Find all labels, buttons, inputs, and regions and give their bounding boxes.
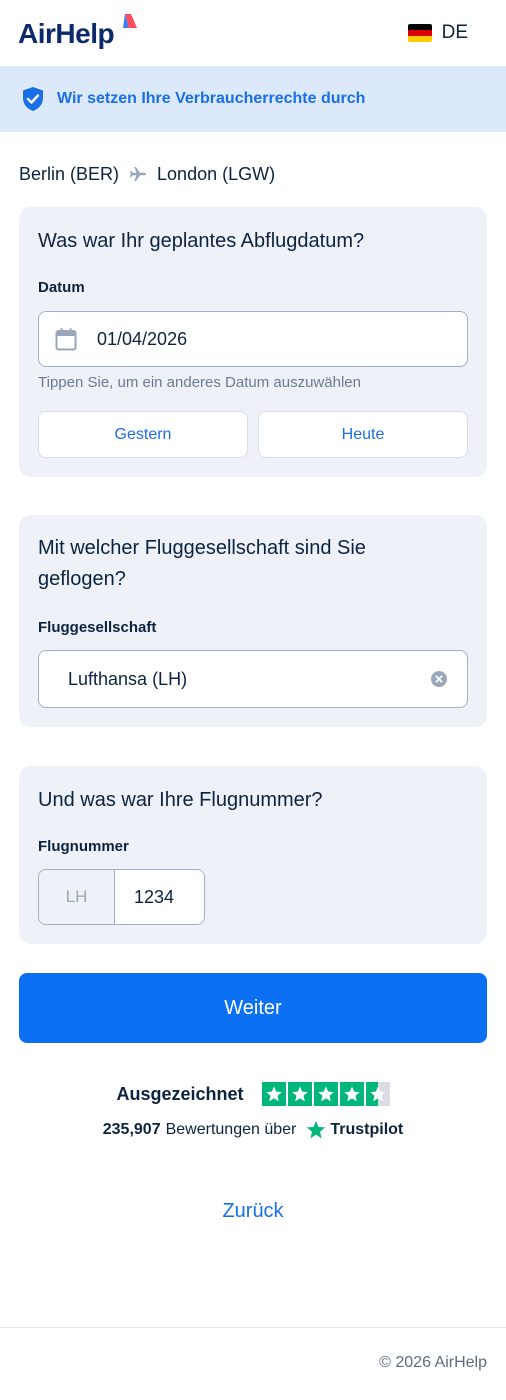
consumer-rights-banner: Wir setzen Ihre Verbraucherrechte durch	[0, 66, 506, 132]
airline-field-label: Fluggesellschaft	[38, 619, 157, 636]
airline-input[interactable]: Lufthansa (LH)	[38, 650, 468, 708]
language-label: DE	[441, 22, 468, 43]
date-value: 01/04/2026	[97, 328, 188, 349]
logo-mark-icon	[123, 14, 137, 28]
clear-icon[interactable]	[431, 671, 447, 687]
language-selector[interactable]: DE	[407, 22, 468, 44]
star-icon	[339, 1082, 364, 1106]
date-input[interactable]: 01/04/2026	[38, 311, 468, 367]
airline-value: Lufthansa (LH)	[68, 668, 188, 689]
shield-check-icon	[23, 87, 43, 111]
flight-number-question-title: Und was war Ihre Flugnummer?	[38, 789, 323, 811]
date-hint: Tippen Sie, um ein anderes Datum auszuwä…	[38, 374, 361, 391]
star-icon	[313, 1082, 338, 1106]
back-link[interactable]: Zurück	[0, 1200, 506, 1223]
route-origin: Berlin (BER)	[19, 163, 120, 184]
flight-number-field-label: Flugnummer	[38, 838, 129, 855]
flight-number-card: Und was war Ihre Flugnummer? Flugnummer …	[19, 766, 487, 944]
departure-date-card: Was war Ihr geplantes Abflugdatum? Datum…	[19, 207, 487, 477]
trustpilot-stars	[261, 1082, 390, 1106]
trustpilot-rating: Ausgezeichnet	[0, 1082, 506, 1106]
trustpilot-reviews: 235,907 Bewertungen über Trustpilot	[0, 1120, 506, 1140]
header: AirHelp DE	[0, 0, 506, 66]
continue-button[interactable]: Weiter	[19, 973, 487, 1043]
airplane-icon	[130, 167, 147, 181]
star-icon	[261, 1082, 286, 1106]
flight-route: Berlin (BER) London (LGW)	[19, 160, 275, 188]
footer-divider	[0, 1327, 506, 1328]
star-icon	[287, 1082, 312, 1106]
today-button[interactable]: Heute	[258, 411, 468, 458]
review-count: 235,907	[102, 1121, 161, 1138]
banner-text: Wir setzen Ihre Verbraucherrechte durch	[57, 90, 366, 107]
page: AirHelp DE Wir setzen Ihre Verbraucherre…	[0, 0, 506, 1400]
airhelp-logo[interactable]: AirHelp	[18, 14, 137, 54]
date-field-label: Datum	[38, 279, 85, 296]
yesterday-button[interactable]: Gestern	[38, 411, 248, 458]
flight-number-input-group: LH 1234	[38, 869, 205, 925]
route-destination: London (LGW)	[157, 163, 276, 184]
flight-number-input[interactable]: 1234	[115, 870, 204, 924]
copyright-text: © 2026 AirHelp	[379, 1354, 487, 1371]
half-star-icon	[365, 1082, 390, 1106]
logo-text: AirHelp	[18, 18, 115, 49]
calendar-icon	[55, 328, 77, 351]
trustpilot-rating-label: Ausgezeichnet	[116, 1083, 244, 1104]
airline-code-prefix: LH	[39, 870, 115, 924]
date-question-title: Was war Ihr geplantes Abflugdatum?	[38, 230, 365, 252]
airline-question-title: Mit welcher Fluggesellschaft sind Sie ge…	[38, 537, 366, 590]
trustpilot-star-icon	[307, 1120, 326, 1139]
german-flag-icon	[407, 24, 432, 42]
trustpilot-brand[interactable]: Trustpilot	[330, 1121, 403, 1139]
reviews-text: Bewertungen über	[165, 1121, 297, 1138]
airline-card: Mit welcher Fluggesellschaft sind Sie ge…	[19, 515, 487, 727]
